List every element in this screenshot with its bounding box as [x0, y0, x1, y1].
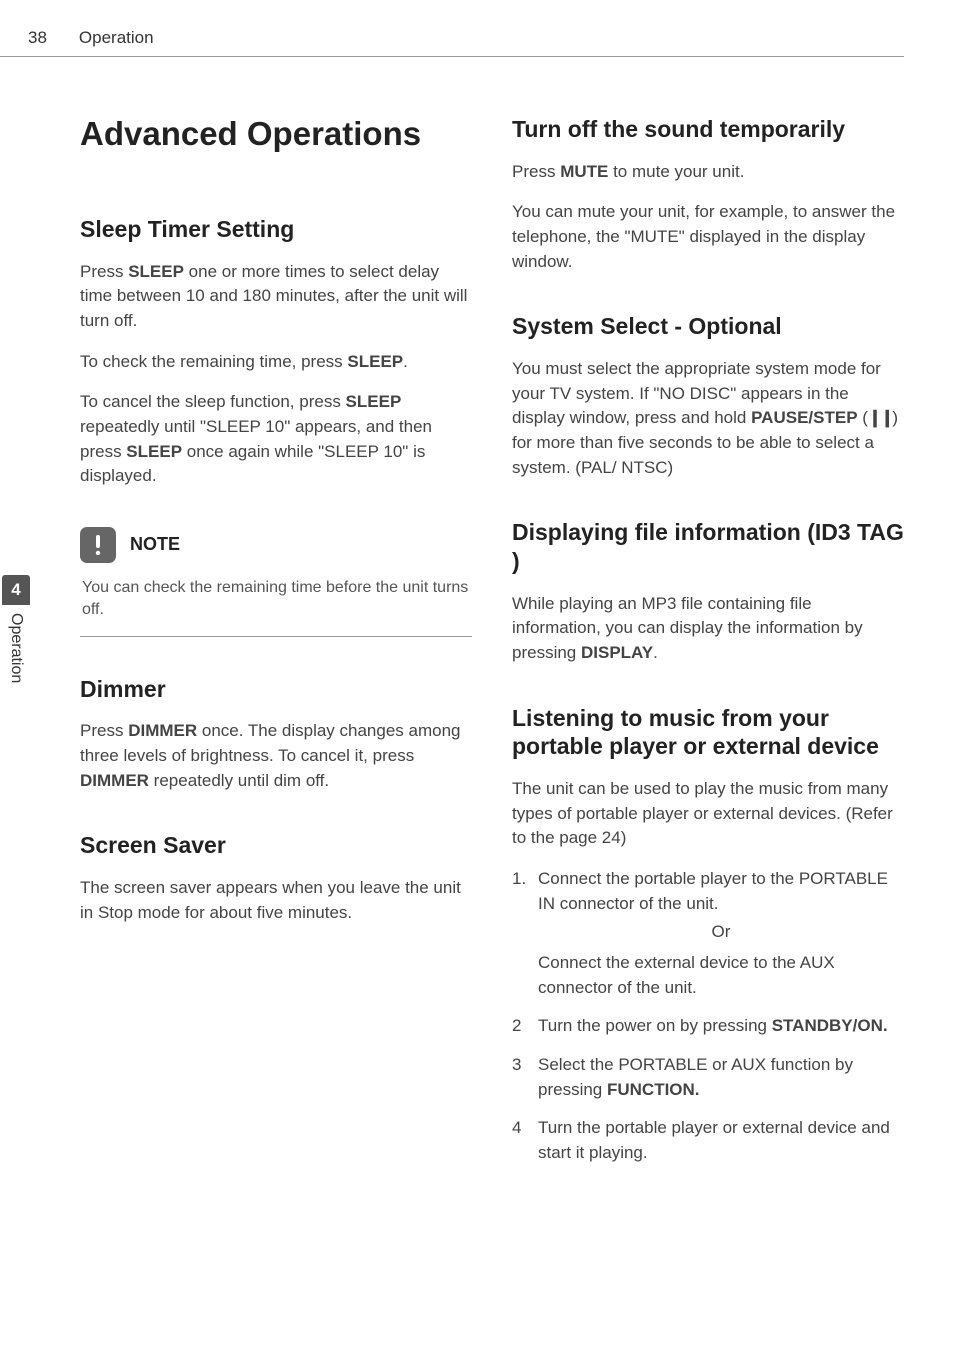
bold-term: SLEEP [347, 352, 403, 371]
section-sleep-timer: Sleep Timer Setting Press SLEEP one or m… [80, 215, 472, 489]
bold-term: DISPLAY [581, 643, 653, 662]
pause-icon: ❙❙ [868, 408, 893, 427]
text: Press [80, 262, 128, 281]
text: . [653, 643, 658, 662]
text: to mute your unit. [608, 162, 744, 181]
heading-dimmer: Dimmer [80, 675, 472, 704]
text: Connect the external device to the AUX c… [538, 953, 835, 997]
content-area: Advanced Operations Sleep Timer Setting … [0, 57, 954, 1204]
section-mute: Turn off the sound temporarily Press MUT… [512, 115, 904, 274]
body-text: Press DIMMER once. The display changes a… [80, 719, 472, 793]
step-number: 2 [512, 1014, 521, 1039]
text: To check the remaining time, press [80, 352, 347, 371]
bold-term: FUNCTION. [607, 1080, 700, 1099]
text: ( [858, 408, 868, 427]
text: Turn the portable player or external dev… [538, 1118, 890, 1162]
text: Turn the power on by pressing [538, 1016, 772, 1035]
text: To cancel the sleep function, press [80, 392, 346, 411]
header-section-title: Operation [79, 28, 154, 48]
text: repeatedly until dim off. [149, 771, 329, 790]
page-header: 38 Operation [0, 0, 904, 57]
steps-list: 1. Connect the portable player to the PO… [512, 867, 904, 1165]
text: While playing an MP3 file containing fil… [512, 594, 863, 662]
list-item: 1. Connect the portable player to the PO… [512, 867, 904, 1000]
body-text: The unit can be used to play the music f… [512, 777, 904, 851]
section-id3: Displaying file information (ID3 TAG ) W… [512, 518, 904, 665]
bold-term: SLEEP [126, 442, 182, 461]
main-title: Advanced Operations [80, 115, 472, 153]
step-number: 1. [512, 867, 526, 892]
page-number: 38 [28, 28, 47, 48]
text: Connect the portable player to the PORTA… [538, 869, 888, 913]
section-portable: Listening to music from your portable pl… [512, 704, 904, 1166]
text: . [403, 352, 408, 371]
or-separator: Or [538, 920, 904, 945]
body-text: You must select the appropriate system m… [512, 357, 904, 480]
bold-term: STANDBY/ON. [772, 1016, 888, 1035]
list-item: 2 Turn the power on by pressing STANDBY/… [512, 1014, 904, 1039]
list-item: 3 Select the PORTABLE or AUX function by… [512, 1053, 904, 1102]
body-text: Press MUTE to mute your unit. [512, 160, 904, 185]
bold-term: DIMMER [80, 771, 149, 790]
heading-screen-saver: Screen Saver [80, 831, 472, 860]
side-tab-number: 4 [2, 575, 30, 605]
body-text: While playing an MP3 file containing fil… [512, 592, 904, 666]
exclamation-icon [80, 527, 116, 563]
bold-term: SLEEP [128, 262, 184, 281]
step-number: 4 [512, 1116, 521, 1141]
heading-sleep-timer: Sleep Timer Setting [80, 215, 472, 244]
bold-term: MUTE [560, 162, 608, 181]
body-text: Press SLEEP one or more times to select … [80, 260, 472, 334]
bold-term: DIMMER [128, 721, 197, 740]
right-column: Turn off the sound temporarily Press MUT… [512, 115, 904, 1204]
section-dimmer: Dimmer Press DIMMER once. The display ch… [80, 675, 472, 794]
bold-term: SLEEP [346, 392, 402, 411]
text: Press [80, 721, 128, 740]
section-system-select: System Select - Optional You must select… [512, 312, 904, 480]
heading-system-select: System Select - Optional [512, 312, 904, 341]
left-column: Advanced Operations Sleep Timer Setting … [80, 115, 472, 1204]
body-text: The screen saver appears when you leave … [80, 876, 472, 925]
body-text: To cancel the sleep function, press SLEE… [80, 390, 472, 489]
heading-mute: Turn off the sound temporarily [512, 115, 904, 144]
body-text: You can mute your unit, for example, to … [512, 200, 904, 274]
heading-id3: Displaying file information (ID3 TAG ) [512, 518, 904, 576]
side-tab-label: Operation [7, 605, 25, 683]
section-screen-saver: Screen Saver The screen saver appears wh… [80, 831, 472, 925]
bold-term: PAUSE/STEP [751, 408, 857, 427]
note-text: You can check the remaining time before … [80, 573, 472, 637]
side-tab: 4 Operation [0, 575, 32, 683]
note-box: NOTE You can check the remaining time be… [80, 527, 472, 637]
list-item: 4 Turn the portable player or external d… [512, 1116, 904, 1165]
note-label: NOTE [130, 534, 180, 555]
heading-portable: Listening to music from your portable pl… [512, 704, 904, 762]
note-header: NOTE [80, 527, 472, 563]
step-number: 3 [512, 1053, 521, 1078]
text: Press [512, 162, 560, 181]
body-text: To check the remaining time, press SLEEP… [80, 350, 472, 375]
